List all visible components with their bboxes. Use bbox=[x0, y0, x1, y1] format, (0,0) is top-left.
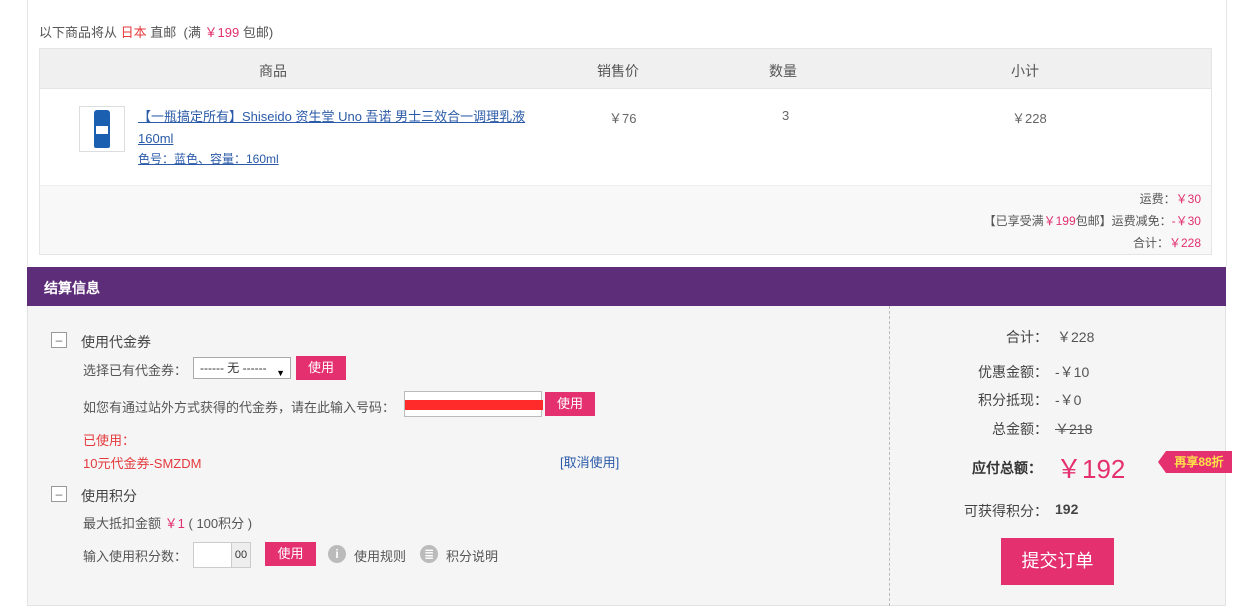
payable-value: ￥192 bbox=[1056, 454, 1126, 484]
voucher-section-title: 使用代金券 bbox=[81, 334, 151, 350]
product-name-link[interactable]: 【一瓶搞定所有】Shiseido 资生堂 Uno 吾诺 男士三效合一调理乳液 1… bbox=[138, 106, 528, 150]
shipping-fee-line: 运费：￥30 bbox=[1140, 190, 1201, 207]
voucher-select-value: ------ 无 ------ bbox=[200, 361, 267, 375]
summary-total-label: 合计： bbox=[1132, 236, 1169, 250]
payable-label: 应付总额： bbox=[972, 460, 1042, 476]
gross-amount-value: ￥218 bbox=[1055, 421, 1093, 437]
earn-points-label: 可获得积分： bbox=[964, 503, 1048, 519]
points-input-label: 输入使用积分数： bbox=[83, 549, 188, 564]
ship-note-threshold: ￥199 bbox=[204, 25, 240, 40]
voucher-use-button[interactable]: 使用 bbox=[296, 356, 346, 380]
voucher-used-label: 已使用： bbox=[83, 433, 136, 448]
points-max-prefix: 最大抵扣金额 bbox=[83, 516, 162, 531]
shipping-origin-note: 以下商品将从 日本 直邮 (满 ￥199 包邮) bbox=[39, 22, 273, 41]
points-section-title: 使用积分 bbox=[81, 488, 137, 504]
earn-points-value: 192 bbox=[1055, 501, 1079, 517]
points-max-line: 最大抵扣金额 ￥1 ( 100积分 ) bbox=[83, 513, 252, 532]
points-collapse-toggle[interactable]: – bbox=[51, 486, 67, 502]
settlement-header-bar: 结算信息 bbox=[27, 267, 1226, 306]
points-use-button[interactable]: 使用 bbox=[265, 542, 316, 566]
voucher-code-use-button[interactable]: 使用 bbox=[545, 392, 595, 416]
voucher-collapse-toggle[interactable]: – bbox=[51, 332, 67, 348]
product-attrs-link[interactable]: 色号：蓝色、容量：160ml bbox=[138, 150, 279, 167]
voucher-used-item: 10元代金券-SMZDM bbox=[83, 456, 202, 471]
product-qty: 3 bbox=[782, 108, 790, 123]
points-explain-link[interactable]: 积分说明 bbox=[446, 546, 498, 565]
info-icon[interactable]: i bbox=[328, 545, 346, 563]
summary-total-line: 合计：￥228 bbox=[1133, 234, 1201, 251]
shipping-fee-value: ￥30 bbox=[1175, 192, 1201, 206]
points-max-amount: ￥1 bbox=[164, 516, 185, 531]
free-shipping-value: -￥30 bbox=[1171, 214, 1201, 228]
product-price: ￥76 bbox=[609, 111, 637, 126]
points-rules-link[interactable]: 使用规则 bbox=[354, 546, 406, 565]
ship-note-country: 日本 bbox=[120, 25, 147, 40]
col-header-qty: 数量 bbox=[769, 63, 797, 79]
product-subtotal: ￥228 bbox=[1012, 111, 1047, 126]
settlement-title: 结算信息 bbox=[44, 280, 100, 296]
panel-divider bbox=[889, 306, 890, 606]
ship-note-close: 包邮) bbox=[242, 25, 274, 40]
discount-label: 优惠金额： bbox=[978, 364, 1048, 380]
free-shipping-suffix: 包邮】运费减免： bbox=[1075, 214, 1172, 228]
voucher-code-label: 如您有通过站外方式获得的代金券，请在此输入号码： bbox=[83, 400, 396, 415]
voucher-select[interactable]: ------ 无 ------ ▼ bbox=[193, 357, 291, 379]
table-header: 商品 销售价 数量 小计 bbox=[39, 48, 1212, 89]
points-input[interactable]: 00 bbox=[193, 542, 251, 568]
col-header-price: 销售价 bbox=[597, 63, 639, 79]
gross-amount-label: 总金额： bbox=[992, 421, 1048, 437]
voucher-cancel-link[interactable]: [取消使用] bbox=[560, 452, 619, 471]
points-offset-label: 积分抵现： bbox=[978, 392, 1048, 408]
free-shipping-prefix: 【已享受满 bbox=[983, 214, 1044, 228]
shipping-fee-label: 运费： bbox=[1139, 192, 1176, 206]
checkout-page: 以下商品将从 日本 直邮 (满 ￥199 包邮) 商品 销售价 数量 小计 【一… bbox=[0, 0, 1235, 611]
col-header-subtotal: 小计 bbox=[1011, 63, 1039, 79]
redaction-bar bbox=[405, 400, 543, 410]
points-offset-value: -￥0 bbox=[1055, 392, 1082, 408]
dropdown-arrow-icon: ▼ bbox=[276, 368, 285, 378]
voucher-select-label: 选择已有代金券： bbox=[83, 363, 188, 378]
product-thumbnail[interactable] bbox=[79, 106, 125, 152]
order-summary: 运费：￥30 【已享受满￥199包邮】运费减免：-￥30 合计：￥228 bbox=[39, 185, 1212, 255]
ship-note-open: (满 bbox=[183, 25, 201, 40]
points-input-suffix: 00 bbox=[231, 543, 250, 567]
points-max-suffix: ( 100积分 ) bbox=[188, 516, 253, 531]
ship-note-prefix: 以下商品将从 bbox=[39, 25, 118, 40]
discount-value: -￥10 bbox=[1055, 364, 1090, 380]
summary-total-value: ￥228 bbox=[1168, 236, 1201, 250]
voucher-code-input[interactable] bbox=[404, 391, 543, 417]
col-header-product: 商品 bbox=[259, 63, 287, 79]
bottle-icon bbox=[94, 110, 110, 148]
right-total-label: 合计： bbox=[1006, 329, 1048, 345]
free-shipping-line: 【已享受满￥199包邮】运费减免：-￥30 bbox=[984, 212, 1201, 229]
discount-badge: 再享88折 bbox=[1158, 451, 1232, 473]
free-shipping-threshold: ￥199 bbox=[1043, 214, 1076, 228]
table-row: 【一瓶搞定所有】Shiseido 资生堂 Uno 吾诺 男士三效合一调理乳液 1… bbox=[39, 89, 1212, 185]
right-total-value: ￥228 bbox=[1057, 329, 1095, 345]
document-icon[interactable]: ≣ bbox=[420, 545, 438, 563]
submit-order-button[interactable]: 提交订单 bbox=[1001, 538, 1114, 585]
ship-note-method: 直邮 bbox=[150, 25, 177, 40]
